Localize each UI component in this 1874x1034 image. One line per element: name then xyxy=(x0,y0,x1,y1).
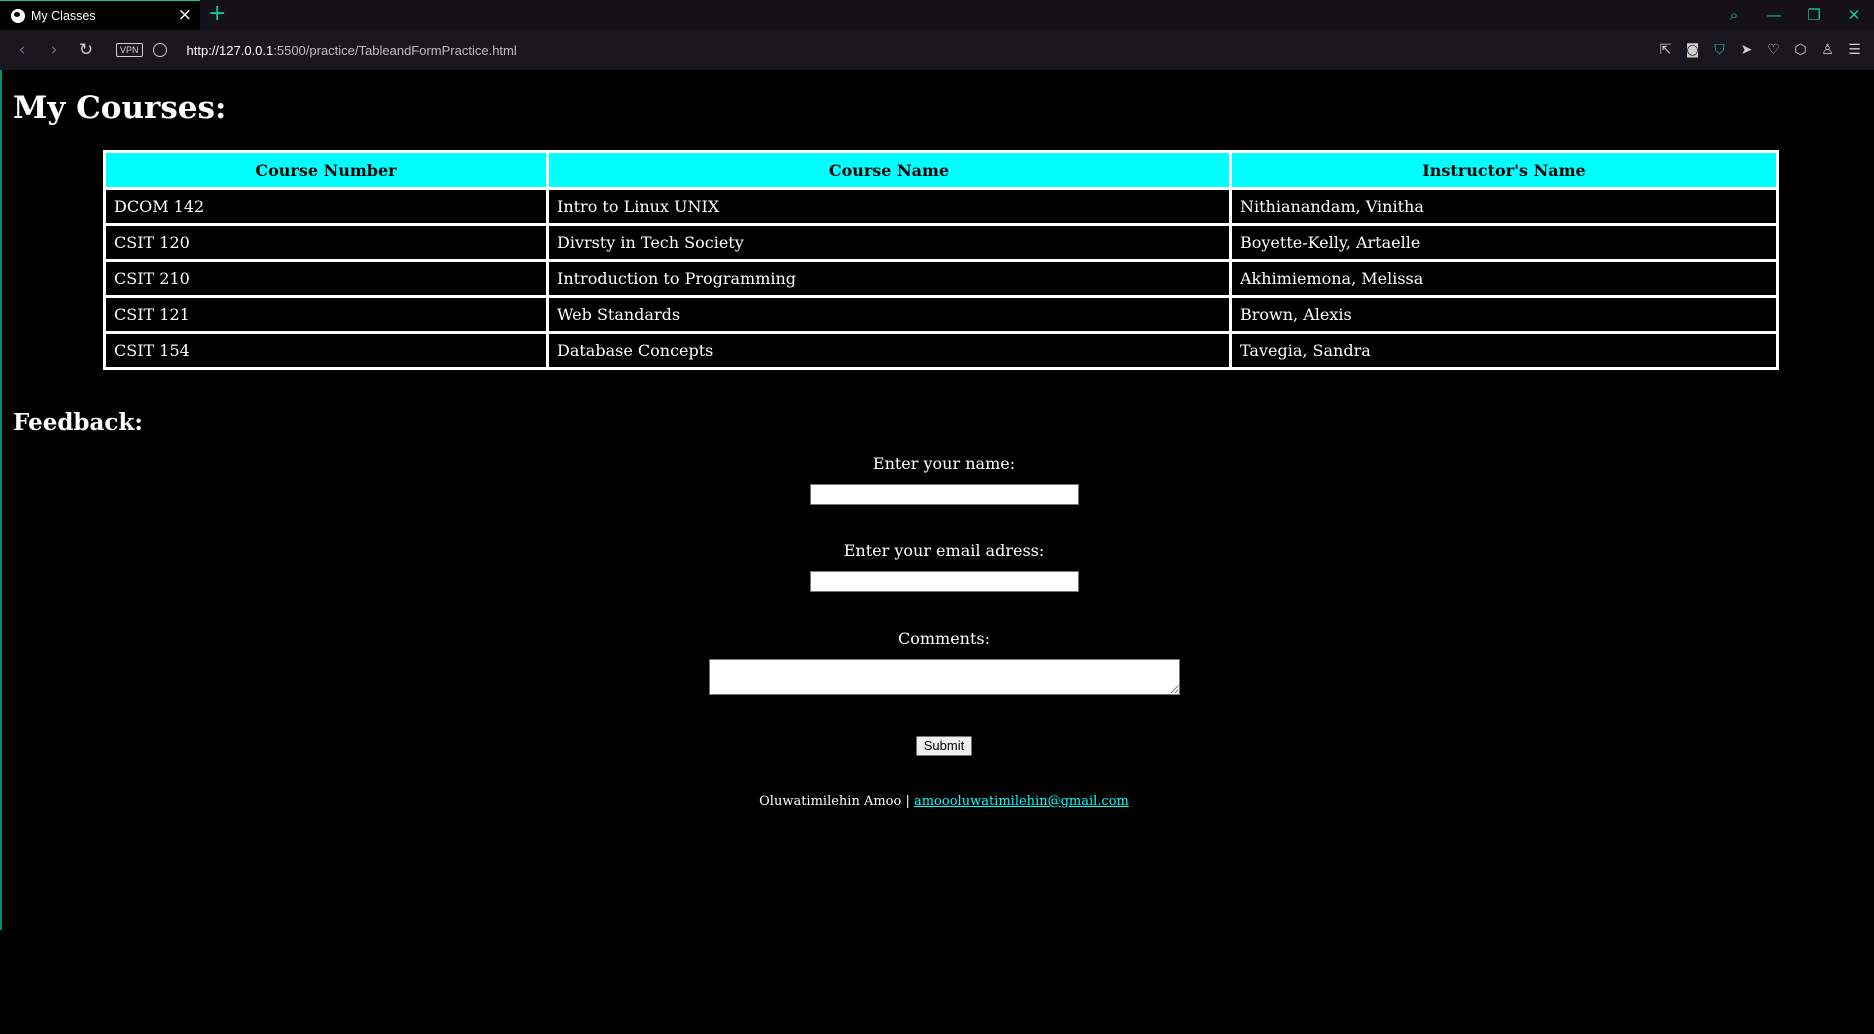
window-controls: ⌕ — ❐ ✕ xyxy=(1714,0,1874,30)
tab-bar: My Classes × + ⌕ — ❐ ✕ xyxy=(0,0,1874,30)
courses-table: Course Number Course Name Instructor's N… xyxy=(103,150,1779,370)
name-input[interactable] xyxy=(810,484,1079,505)
table-row: CSIT 121 Web Standards Brown, Alexis xyxy=(106,298,1776,331)
shield-icon[interactable]: ⛉ xyxy=(1706,42,1733,58)
cell-instructor: Tavegia, Sandra xyxy=(1232,334,1776,367)
col-header-instructor: Instructor's Name xyxy=(1232,153,1776,187)
cell-course-name: Divrsty in Tech Society xyxy=(549,226,1229,259)
comments-textarea[interactable] xyxy=(709,659,1180,695)
new-tab-icon[interactable]: + xyxy=(208,2,226,26)
feedback-heading: Feedback: xyxy=(13,409,143,436)
share-icon[interactable]: ⇱ xyxy=(1652,42,1679,58)
close-window-icon[interactable]: ✕ xyxy=(1834,6,1874,24)
profile-icon[interactable]: ♙ xyxy=(1814,42,1841,58)
cell-instructor: Boyette-Kelly, Artaelle xyxy=(1232,226,1776,259)
menu-icon[interactable]: ☰ xyxy=(1841,42,1868,58)
forward-icon[interactable]: › xyxy=(38,40,70,60)
globe-icon xyxy=(11,8,25,23)
name-label: Enter your name: xyxy=(872,454,1016,473)
col-header-course-number: Course Number xyxy=(106,153,546,187)
page-title: My Courses: xyxy=(13,90,227,126)
site-info-icon[interactable] xyxy=(152,43,167,57)
table-row: CSIT 154 Database Concepts Tavegia, Sand… xyxy=(106,334,1776,367)
cell-course-number: DCOM 142 xyxy=(106,190,546,223)
reload-icon[interactable]: ↻ xyxy=(70,40,102,60)
close-tab-icon[interactable]: × xyxy=(178,7,192,24)
cell-course-number: CSIT 210 xyxy=(106,262,546,295)
table-header-row: Course Number Course Name Instructor's N… xyxy=(106,153,1776,187)
page-content: My Courses: Course Number Course Name In… xyxy=(0,70,1874,1034)
url-host: http://127.0.0.1 xyxy=(186,42,274,58)
url-path: :5500/practice/TableandFormPractice.html xyxy=(273,42,517,58)
footer-email-link[interactable]: amoooluwatimilehin@gmail.com xyxy=(914,794,1129,809)
cell-course-name: Database Concepts xyxy=(549,334,1229,367)
cube-icon[interactable]: ⬡ xyxy=(1787,42,1814,58)
restore-icon[interactable]: ❐ xyxy=(1794,6,1834,24)
minimize-icon[interactable]: — xyxy=(1754,6,1794,24)
vpn-badge[interactable]: VPN xyxy=(116,43,143,57)
browser-tab[interactable]: My Classes × xyxy=(0,0,200,30)
camera-icon[interactable]: ◙ xyxy=(1679,42,1706,58)
submit-button[interactable]: Submit xyxy=(916,736,972,756)
search-icon[interactable]: ⌕ xyxy=(1714,6,1754,24)
col-header-course-name: Course Name xyxy=(549,153,1229,187)
address-bar: ‹ › ↻ VPN http://127.0.0.1:5500/practice… xyxy=(0,30,1874,70)
footer-author: Oluwatimilehin Amoo | xyxy=(759,794,910,809)
cell-instructor: Nithianandam, Vinitha xyxy=(1232,190,1776,223)
back-icon[interactable]: ‹ xyxy=(6,40,38,60)
email-input[interactable] xyxy=(810,571,1079,592)
url-field[interactable]: http://127.0.0.1:5500/practice/TableandF… xyxy=(187,43,517,58)
email-label: Enter your email adress: xyxy=(843,541,1045,560)
table-row: DCOM 142 Intro to Linux UNIX Nithiananda… xyxy=(106,190,1776,223)
table-row: CSIT 210 Introduction to Programming Akh… xyxy=(106,262,1776,295)
table-row: CSIT 120 Divrsty in Tech Society Boyette… xyxy=(106,226,1776,259)
cell-course-number: CSIT 121 xyxy=(106,298,546,331)
send-icon[interactable]: ➤ xyxy=(1733,42,1760,58)
cell-course-name: Web Standards xyxy=(549,298,1229,331)
comments-label: Comments: xyxy=(897,629,991,648)
heart-icon[interactable]: ♡ xyxy=(1760,42,1787,58)
toolbar-icons: ⇱ ◙ ⛉ ➤ ♡ ⬡ ♙ ☰ xyxy=(1652,30,1868,70)
footer: Oluwatimilehin Amoo | amoooluwatimilehin… xyxy=(0,794,1874,809)
cell-instructor: Brown, Alexis xyxy=(1232,298,1776,331)
tab-title: My Classes xyxy=(31,8,96,23)
cell-course-name: Introduction to Programming xyxy=(549,262,1229,295)
cell-course-number: CSIT 120 xyxy=(106,226,546,259)
cell-instructor: Akhimiemona, Melissa xyxy=(1232,262,1776,295)
cell-course-name: Intro to Linux UNIX xyxy=(549,190,1229,223)
cell-course-number: CSIT 154 xyxy=(106,334,546,367)
